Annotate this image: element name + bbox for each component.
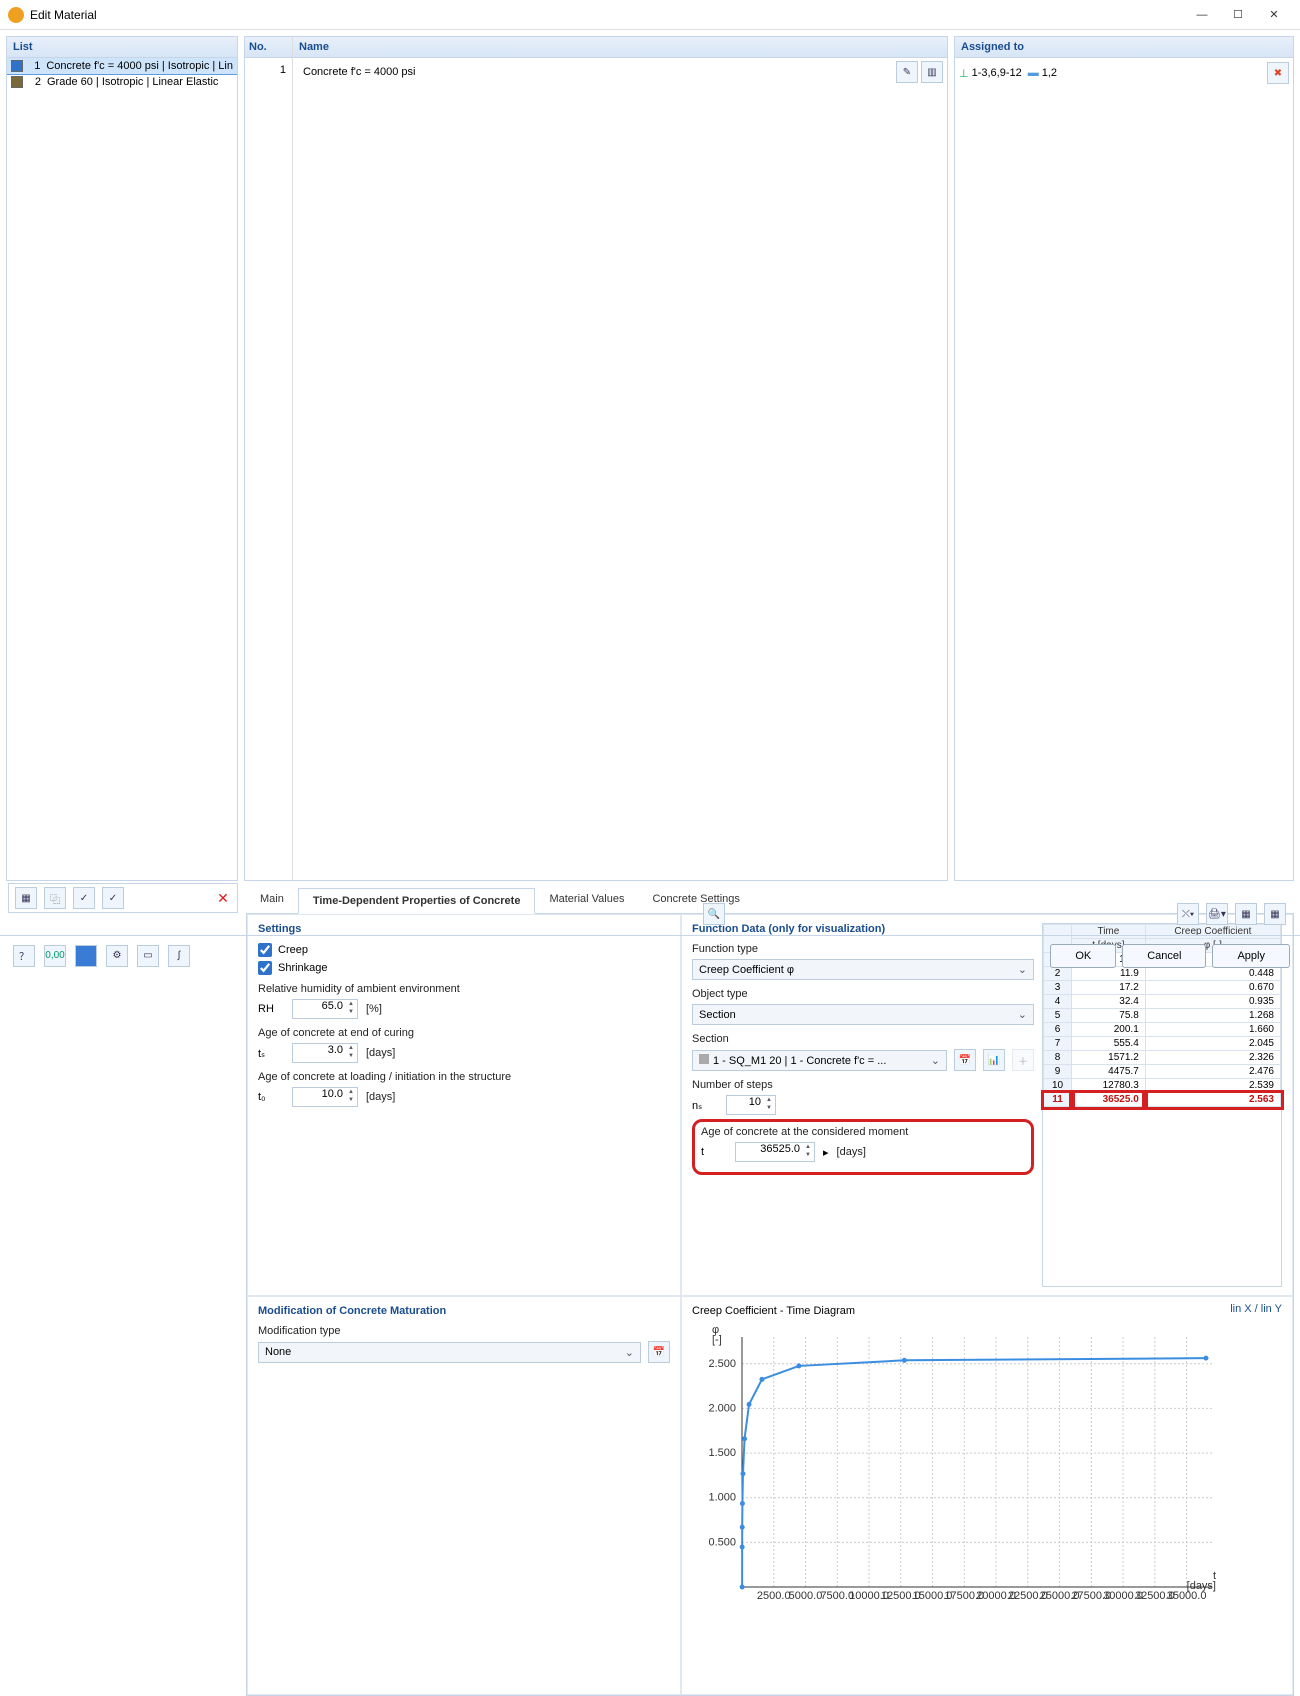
copy-item-icon[interactable]: ⿻	[44, 887, 66, 909]
library-icon[interactable]: ▥	[921, 61, 943, 83]
units-icon[interactable]: 0,00	[44, 945, 66, 967]
check2-icon[interactable]: ✓	[102, 887, 124, 909]
name-header: Name	[293, 37, 947, 58]
export2-icon[interactable]: ▦	[1264, 903, 1286, 925]
rh-label: Relative humidity of ambient environment	[258, 983, 670, 995]
name-input[interactable]	[297, 63, 893, 81]
ts-input[interactable]: 3.0▲▼	[292, 1043, 358, 1063]
steps-input[interactable]: 10▲▼	[726, 1095, 776, 1115]
calendar-icon[interactable]: 📅	[954, 1049, 976, 1071]
assigned-panel: Assigned to ⊥1-3,6,9-12 ▬1,2 ✖	[954, 36, 1294, 881]
maximize-button[interactable]: ☐	[1220, 1, 1256, 29]
materials-list-panel: List 1 Concrete f'c = 4000 psi | Isotrop…	[6, 36, 238, 881]
lin-toggle[interactable]: lin X / lin Y	[1230, 1303, 1282, 1315]
assigned-surfaces: ▬1,2	[1028, 67, 1057, 79]
svg-text:2.500: 2.500	[708, 1358, 736, 1370]
bottom-bar: ？ 0,00 ⚙ ▭ ∫ OK Cancel Apply	[0, 935, 1300, 975]
check-icon[interactable]: ✓	[73, 887, 95, 909]
tabs: Main Time-Dependent Properties of Concre…	[246, 887, 1294, 914]
modification-type-combo[interactable]: None⌄	[258, 1342, 641, 1363]
no-value: 1	[245, 58, 292, 82]
svg-text:5000.0: 5000.0	[789, 1590, 823, 1602]
no-name-panel: No. 1 Name ✎ ▥	[244, 36, 948, 881]
color-swatch	[11, 76, 23, 88]
help-icon[interactable]: ？	[13, 945, 35, 967]
close-button[interactable]: ✕	[1256, 1, 1292, 29]
view3-icon[interactable]: ▭	[137, 945, 159, 967]
svg-text:2500.0: 2500.0	[757, 1590, 791, 1602]
tab-main[interactable]: Main	[246, 887, 298, 913]
list-toolbar: ▦ ⿻ ✓ ✓ ✕	[8, 883, 238, 913]
section-view-icon[interactable]: 📊	[983, 1049, 1005, 1071]
tab-time-dependent[interactable]: Time-Dependent Properties of Concrete	[298, 888, 536, 914]
print-icon[interactable]: 🖨▾	[1206, 903, 1228, 925]
list-item[interactable]: 1 Concrete f'c = 4000 psi | Isotropic | …	[7, 58, 237, 74]
app-icon	[8, 7, 24, 23]
edit-icon[interactable]: ✎	[896, 61, 918, 83]
svg-text:[-]: [-]	[712, 1334, 722, 1346]
list-header: List	[7, 37, 237, 58]
axis-icon[interactable]: ⤬▾	[1177, 903, 1199, 925]
color-swatch	[11, 60, 23, 72]
window-title: Edit Material	[30, 8, 1184, 22]
ts-label: Age of concrete at end of curing	[258, 1027, 670, 1039]
delete-icon[interactable]: ✕	[212, 887, 234, 909]
highlighted-age-box: Age of concrete at the considered moment…	[692, 1119, 1034, 1175]
new-item-icon[interactable]: ▦	[15, 887, 37, 909]
section-combo[interactable]: 1 - SQ_M1 20 | 1 - Concrete f'c = ...⌄	[692, 1050, 947, 1071]
t0-input[interactable]: 10.0▲▼	[292, 1087, 358, 1107]
view4-icon[interactable]: ∫	[168, 945, 190, 967]
zoom-icon[interactable]: 🔍	[703, 903, 725, 925]
object-type-combo[interactable]: Section⌄	[692, 1004, 1034, 1025]
list-item[interactable]: 2 Grade 60 | Isotropic | Linear Elastic	[7, 74, 237, 90]
new-icon[interactable]: ＋	[1012, 1049, 1034, 1071]
creep-table: TimeCreep Coefficientt [days]φ [-]110.00…	[1042, 923, 1282, 1287]
calendar-icon[interactable]: 📅	[648, 1341, 670, 1363]
play-icon[interactable]: ▸	[823, 1146, 829, 1159]
svg-text:[days]: [days]	[1187, 1580, 1216, 1592]
tab-material-values[interactable]: Material Values	[535, 887, 638, 913]
apply-button[interactable]: Apply	[1212, 944, 1290, 968]
titlebar: Edit Material — ☐ ✕	[0, 0, 1300, 30]
creep-chart: 2500.05000.07500.010000.012500.015000.01…	[692, 1317, 1232, 1637]
assigned-header: Assigned to	[955, 37, 1293, 58]
view2-icon[interactable]: ⚙	[106, 945, 128, 967]
cancel-button[interactable]: Cancel	[1122, 944, 1206, 968]
svg-text:1.500: 1.500	[708, 1447, 736, 1459]
pick-icon[interactable]: ✖	[1267, 62, 1289, 84]
svg-text:2.000: 2.000	[708, 1402, 736, 1414]
rh-input[interactable]: 65.0▲▼	[292, 999, 358, 1019]
minimize-button[interactable]: —	[1184, 1, 1220, 29]
svg-text:1.000: 1.000	[708, 1492, 736, 1504]
funcdata-header: Function Data (only for visualization)	[692, 923, 1034, 935]
svg-text:0.500: 0.500	[708, 1536, 736, 1548]
export1-icon[interactable]: ▦	[1235, 903, 1257, 925]
modification-box: Modification of Concrete Maturation Modi…	[247, 1296, 681, 1695]
assigned-members: ⊥1-3,6,9-12	[959, 67, 1022, 80]
no-header: No.	[245, 37, 292, 58]
age-input[interactable]: 36525.0▲▼	[735, 1142, 815, 1162]
view1-icon[interactable]	[75, 945, 97, 967]
diagram-box: Creep Coefficient - Time Diagram lin X /…	[681, 1296, 1293, 1695]
ok-button[interactable]: OK	[1050, 944, 1116, 968]
t0-label: Age of concrete at loading / initiation …	[258, 1071, 670, 1083]
tab-concrete-settings[interactable]: Concrete Settings	[638, 887, 753, 913]
settings-header: Settings	[258, 923, 670, 935]
